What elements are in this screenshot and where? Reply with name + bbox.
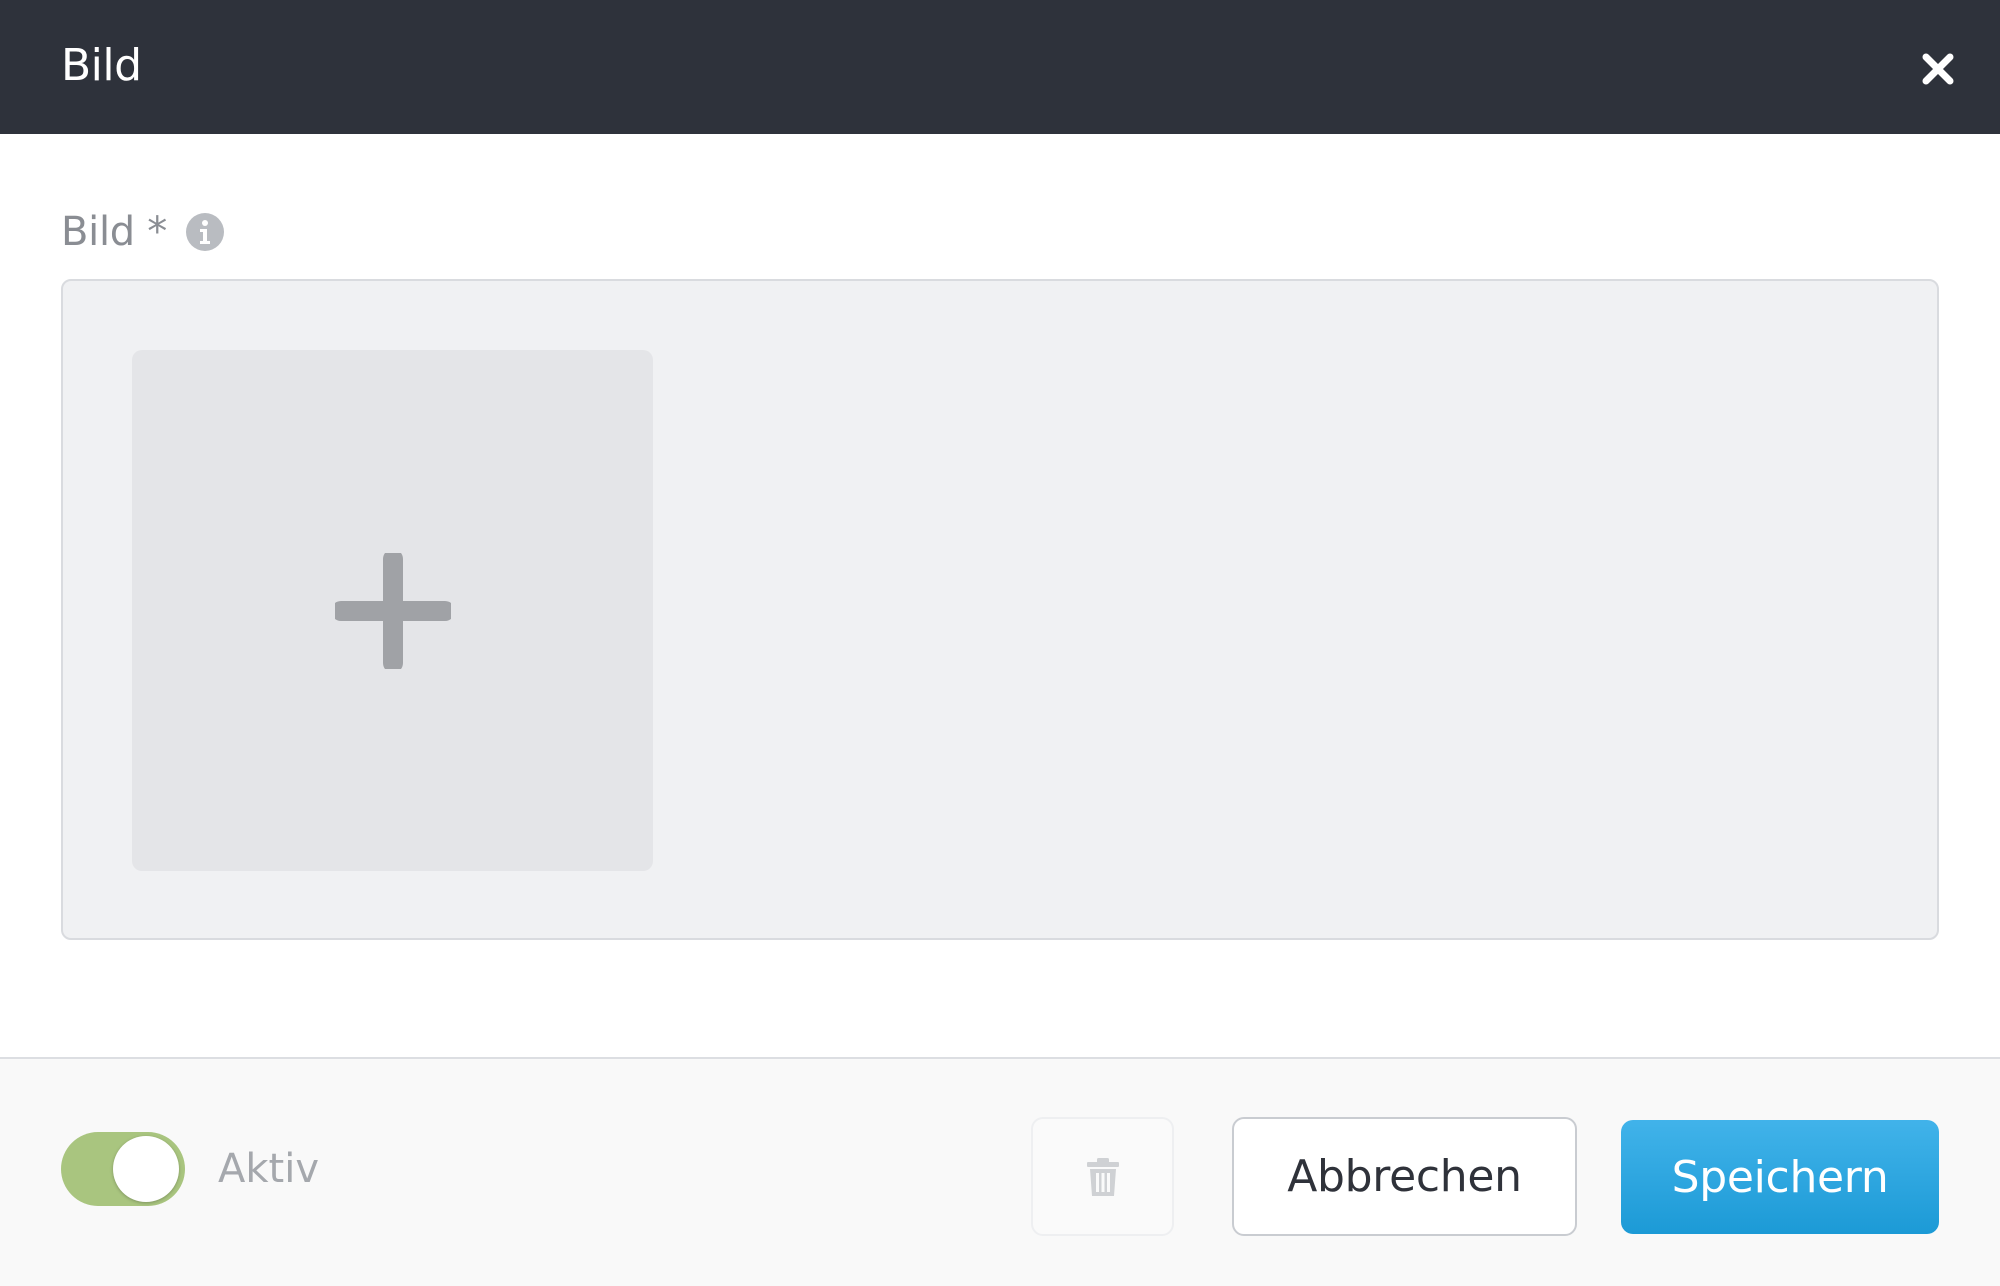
active-toggle[interactable] <box>61 1132 185 1206</box>
trash-icon <box>1086 1157 1119 1196</box>
plus-icon <box>334 552 451 669</box>
save-button[interactable]: Speichern <box>1621 1120 1939 1234</box>
image-field-label: Bild * <box>61 206 225 258</box>
info-icon[interactable] <box>185 212 225 252</box>
add-image-button[interactable] <box>132 350 653 871</box>
image-dialog: Bild Bild * Aktiv Abbrechen Speichern <box>0 0 2000 1286</box>
close-button[interactable] <box>1914 45 1962 93</box>
dialog-title: Bild <box>61 40 142 91</box>
dialog-footer: Aktiv Abbrechen Speichern <box>0 1057 2000 1286</box>
image-dropzone[interactable] <box>61 279 1939 940</box>
image-field-label-text: Bild * <box>61 209 167 255</box>
cancel-button[interactable]: Abbrechen <box>1232 1117 1577 1236</box>
dialog-header: Bild <box>0 0 2000 134</box>
close-icon <box>1922 53 1954 85</box>
delete-button[interactable] <box>1031 1117 1174 1236</box>
toggle-knob <box>113 1136 179 1202</box>
active-toggle-label: Aktiv <box>218 1146 319 1192</box>
